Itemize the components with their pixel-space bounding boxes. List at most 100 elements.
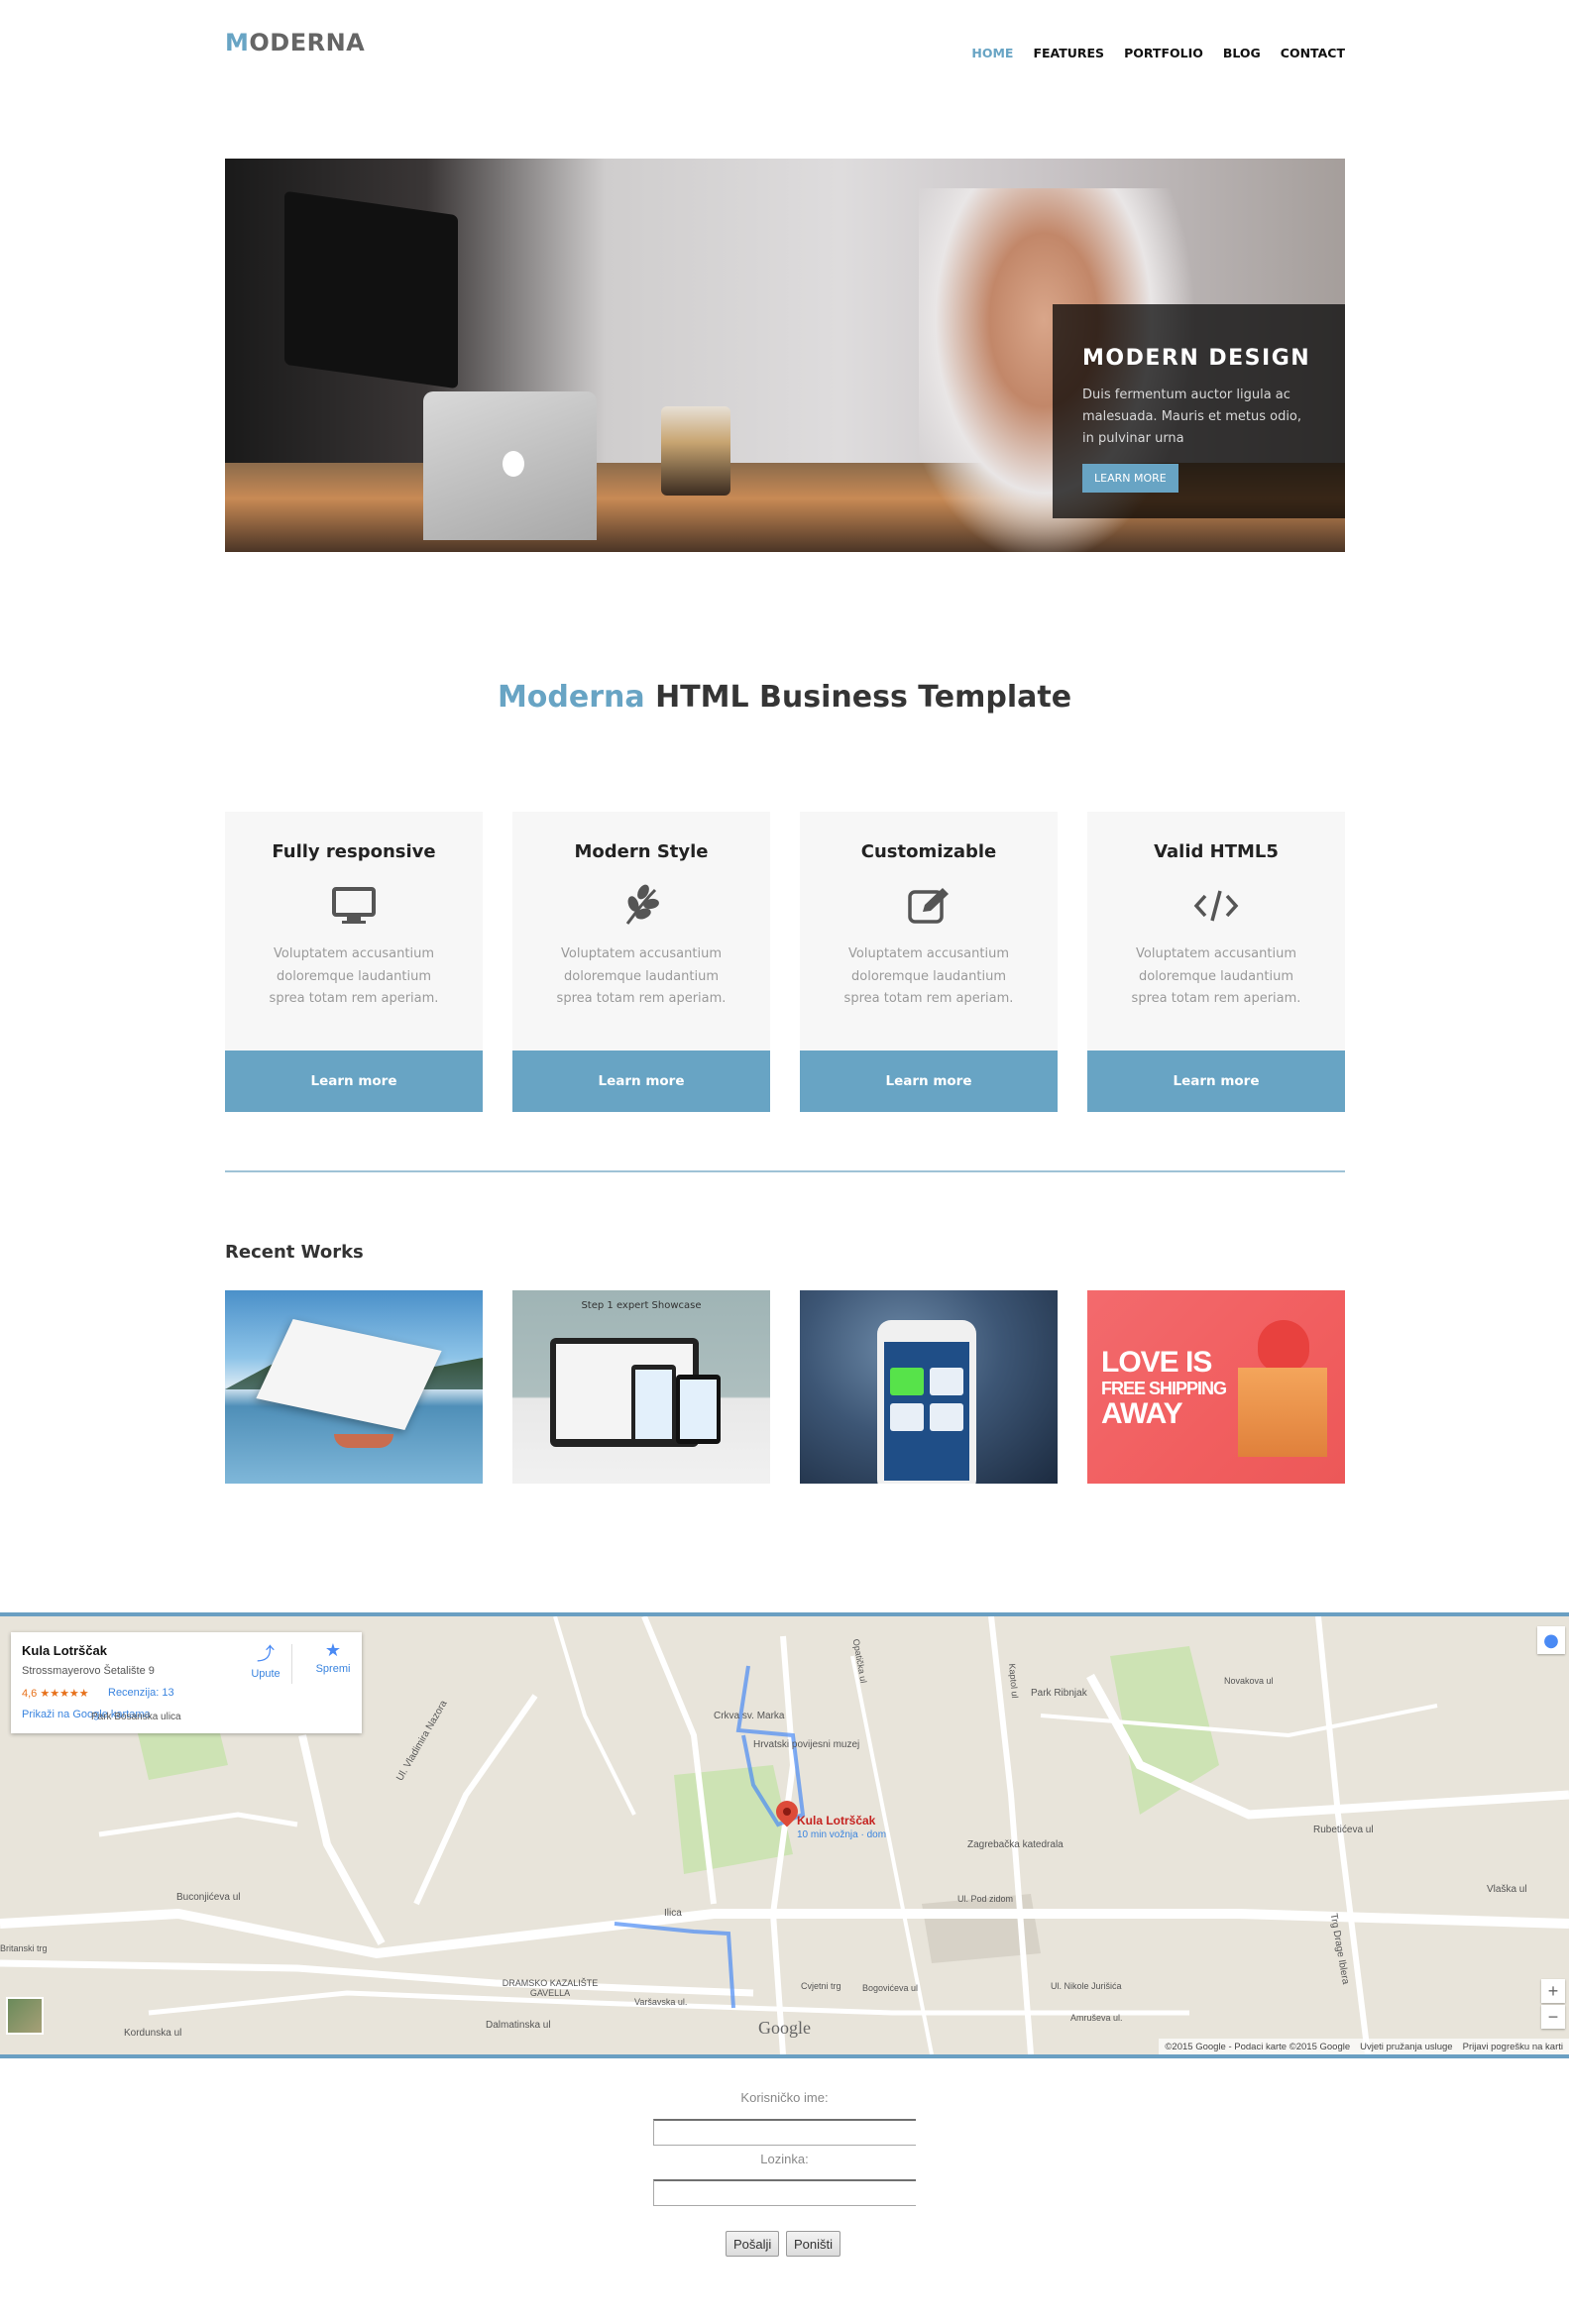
place-rating: 4,6 ★★★★★	[22, 1688, 89, 1700]
map-label: Hrvatski povijesni muzej	[753, 1739, 860, 1750]
feature-text: Voluptatem accusantium doloremque laudan…	[843, 946, 1014, 1006]
headline-accent: Moderna	[497, 680, 645, 715]
heart-icon	[1258, 1320, 1309, 1372]
portfolio-caption: LOVE IS FREE SHIPPING AWAY	[1101, 1348, 1240, 1429]
portfolio-item-2[interactable]: Step 1 expert Showcase	[512, 1290, 770, 1484]
portfolio-item-4[interactable]: LOVE IS FREE SHIPPING AWAY	[1087, 1290, 1345, 1484]
directions-icon: ⤴	[257, 1644, 275, 1664]
zoom-in-button[interactable]: +	[1541, 1979, 1565, 2003]
logo-first-letter: M	[225, 29, 250, 56]
zoom-out-button[interactable]: −	[1541, 2005, 1565, 2029]
apple-logo-icon	[503, 451, 524, 477]
section-divider	[225, 1170, 1345, 1172]
feature-learn-more-button[interactable]: Learn more	[1087, 1051, 1345, 1112]
hero-image-laptop	[423, 391, 597, 540]
caption-line: FREE SHIPPING	[1101, 1379, 1227, 1398]
feature-card: Modern Style Voluptatem accusantium dolo…	[512, 812, 770, 1112]
reset-button[interactable]: Poništi	[786, 2231, 841, 2257]
map-label: Ul. Pod zidom	[957, 1894, 1014, 1904]
map-label: Amruševa ul.	[1070, 2013, 1123, 2023]
place-info-card: Kula Lotrščak Strossmayerovo Šetalište 9…	[11, 1632, 362, 1733]
place-reviews-link[interactable]: Recenzija: 13	[108, 1687, 174, 1699]
nav-contact[interactable]: CONTACT	[1281, 46, 1345, 60]
portfolio-item-1[interactable]	[225, 1290, 483, 1484]
caption-line: LOVE IS	[1101, 1346, 1212, 1379]
map-label: Dalmatinska ul	[486, 2020, 551, 2031]
hero-title: MODERN DESIGN	[1082, 346, 1311, 371]
portfolio-caption: Step 1 expert Showcase	[581, 1300, 702, 1311]
desktop-icon	[329, 881, 379, 931]
app-tile	[890, 1368, 924, 1395]
map-label: Ilica	[664, 1908, 682, 1919]
headline-rest: HTML Business Template	[644, 680, 1072, 715]
recent-works-title: Recent Works	[225, 1242, 364, 1263]
street-view-pegman-icon[interactable]: ●	[1537, 1626, 1565, 1654]
map-label: Zagrebačka katedrala	[967, 1839, 1064, 1850]
nav-features[interactable]: FEATURES	[1033, 46, 1104, 60]
directions-button[interactable]: ⤴ Upute	[241, 1640, 290, 1680]
feature-card: Fully responsive Voluptatem accusantium …	[225, 812, 483, 1112]
feature-title: Modern Style	[574, 841, 709, 862]
report-error-link[interactable]: Prijavi pogrešku na karti	[1463, 2042, 1563, 2052]
map-label: Park Bosanska ulica	[91, 1712, 181, 1722]
place-address: Strossmayerovo Šetalište 9	[22, 1665, 155, 1677]
feature-learn-more-button[interactable]: Learn more	[800, 1051, 1058, 1112]
hero-learn-more-button[interactable]: LEARN MORE	[1082, 464, 1178, 493]
app-tile	[890, 1403, 924, 1431]
map-label: Cvjetni trg	[801, 1981, 841, 1991]
save-place-button[interactable]: ★ Spremi	[308, 1640, 358, 1675]
caption-line: AWAY	[1101, 1397, 1183, 1430]
feature-text: Voluptatem accusantium doloremque laudan…	[1131, 946, 1301, 1006]
google-map[interactable]: Kula Lotrščak Strossmayerovo Šetalište 9…	[0, 1612, 1569, 2058]
portfolio-item-3[interactable]	[800, 1290, 1058, 1484]
leaf-icon	[616, 881, 666, 931]
feature-text: Voluptatem accusantium doloremque laudan…	[269, 946, 439, 1006]
map-attribution: ©2015 Google - Podaci karte ©2015 Google	[1165, 2041, 1351, 2052]
hero-image-cup	[661, 406, 730, 496]
portfolio-image-phone	[877, 1320, 976, 1484]
marker-label: Kula Lotrščak	[797, 1814, 876, 1827]
map-label: Novakova ul	[1224, 1676, 1274, 1686]
map-label: Rubetićeva ul	[1313, 1825, 1374, 1835]
username-input[interactable]	[653, 2119, 916, 2146]
portfolio-image-box	[1238, 1368, 1327, 1457]
marker-eta: 10 min vožnja · dom	[797, 1829, 887, 1840]
map-label: Varšavska ul.	[634, 1997, 688, 2007]
map-label: Kordunska ul	[124, 2028, 182, 2039]
hero-image-monitor	[284, 190, 458, 389]
satellite-view-toggle[interactable]	[6, 1997, 44, 2035]
feature-card: Customizable Voluptatem accusantium dolo…	[800, 812, 1058, 1112]
map-label: DRAMSKO KAZALIŠTE GAVELLA	[502, 1978, 599, 1998]
app-tile	[930, 1368, 963, 1395]
hero-caption: MODERN DESIGN Duis fermentum auctor ligu…	[1053, 304, 1345, 518]
code-icon	[1191, 881, 1241, 931]
nav-portfolio[interactable]: PORTFOLIO	[1124, 46, 1203, 60]
portfolio-image-phone	[676, 1375, 721, 1444]
place-name: Kula Lotrščak	[22, 1643, 107, 1658]
nav-blog[interactable]: BLOG	[1223, 46, 1261, 60]
feature-title: Customizable	[860, 841, 997, 862]
star-icon: ★	[324, 1640, 342, 1660]
nav-home[interactable]: HOME	[971, 46, 1013, 60]
map-footer: ©2015 Google - Podaci karte ©2015 Google…	[1159, 2039, 1569, 2054]
map-label: Vlaška ul	[1487, 1884, 1527, 1895]
features-section: Fully responsive Voluptatem accusantium …	[225, 812, 1345, 1112]
site-logo[interactable]: MODERNA	[225, 29, 365, 56]
map-label: Crkva sv. Marka	[714, 1711, 785, 1721]
feature-learn-more-button[interactable]: Learn more	[225, 1051, 483, 1112]
hero-slider: MODERN DESIGN Duis fermentum auctor ligu…	[225, 159, 1345, 552]
map-label: Ul. Nikole Jurišića	[1051, 1981, 1122, 1991]
portfolio-image-tablet	[631, 1365, 676, 1444]
main-nav: HOME FEATURES PORTFOLIO BLOG CONTACT	[971, 46, 1345, 60]
map-label: Park Ribnjak	[1031, 1688, 1087, 1699]
password-label: Lozinka:	[760, 2152, 809, 2166]
map-label: Buconjićeva ul	[176, 1892, 241, 1903]
app-tile	[930, 1403, 963, 1431]
submit-button[interactable]: Pošalji	[726, 2231, 780, 2257]
feature-title: Fully responsive	[272, 841, 436, 862]
terms-link[interactable]: Uvjeti pružanja usluge	[1360, 2042, 1452, 2052]
map-label: Britanski trg	[0, 1943, 48, 1953]
feature-learn-more-button[interactable]: Learn more	[512, 1051, 770, 1112]
password-input[interactable]	[653, 2179, 916, 2206]
hero-text: Duis fermentum auctor ligula ac malesuad…	[1082, 387, 1302, 446]
